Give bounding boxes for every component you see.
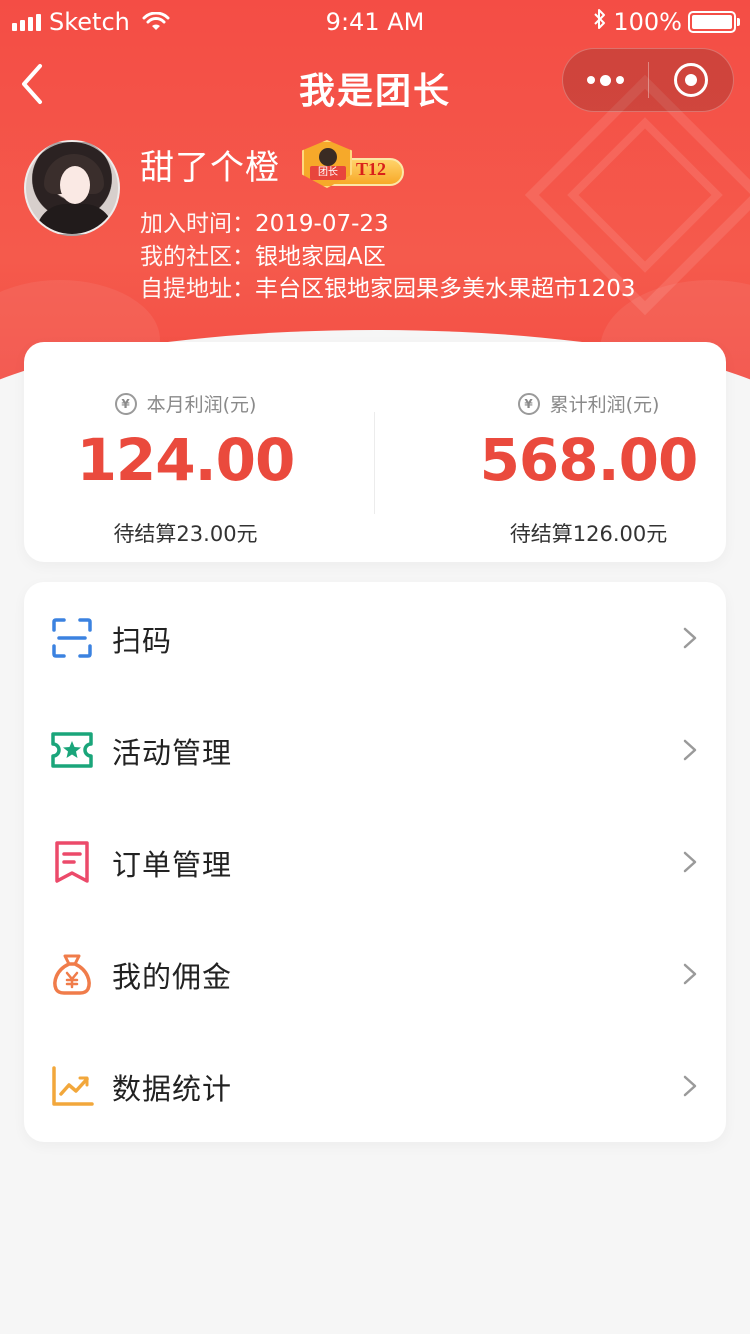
menu-item-orders[interactable]: 订单管理 bbox=[24, 806, 726, 918]
user-name: 甜了个橙 bbox=[140, 148, 280, 188]
menu-label: 扫码 bbox=[112, 624, 173, 658]
total-profit-header: ¥ 累计利润(元) bbox=[413, 390, 750, 417]
chevron-right-icon bbox=[683, 851, 697, 873]
menu-card: 扫码 活动管理 订单管理 我的佣金 数据统计 bbox=[24, 582, 726, 1142]
menu-item-scan[interactable]: 扫码 bbox=[24, 582, 726, 694]
menu-label: 订单管理 bbox=[112, 848, 233, 882]
yen-icon: ¥ bbox=[114, 392, 137, 415]
status-bar: Sketch 9:41 AM 100% bbox=[0, 0, 750, 44]
status-right: 100% bbox=[593, 8, 740, 36]
menu-label: 数据统计 bbox=[112, 1072, 233, 1106]
trend-chart-icon bbox=[52, 1066, 94, 1106]
more-dots-icon bbox=[586, 76, 595, 84]
yen-cumulative-icon: ¥ bbox=[517, 392, 540, 415]
bluetooth-icon bbox=[593, 8, 607, 36]
leader-badge: 团长 T12 bbox=[296, 140, 408, 188]
community-row: 我的社区：银地家园A区 bbox=[140, 237, 386, 271]
money-bag-icon bbox=[53, 954, 91, 995]
pickup-address-row: 自提地址：丰台区银地家园果多美水果超市1203 bbox=[140, 269, 636, 303]
badge-label: 团长 bbox=[310, 166, 346, 180]
menu-item-commission[interactable]: 我的佣金 bbox=[24, 918, 726, 1030]
badge-level: T12 bbox=[356, 159, 387, 179]
menu-label: 我的佣金 bbox=[112, 960, 233, 994]
monthly-pending: 待结算23.00元 bbox=[113, 522, 258, 546]
more-button[interactable] bbox=[563, 48, 648, 112]
chevron-right-icon bbox=[683, 963, 697, 985]
target-icon bbox=[673, 63, 708, 97]
join-date-row: 加入时间：2019-07-23 bbox=[140, 204, 389, 238]
chevron-right-icon bbox=[683, 739, 697, 761]
avatar[interactable] bbox=[24, 140, 120, 236]
community-label: 我的社区： bbox=[140, 244, 255, 270]
chevron-right-icon bbox=[683, 1075, 697, 1097]
monthly-profit-amount: 124.00 bbox=[76, 426, 296, 494]
community-value: 银地家园A区 bbox=[255, 244, 386, 270]
total-profit-label: 累计利润(元) bbox=[549, 394, 660, 416]
total-pending: 待结算126.00元 bbox=[509, 522, 668, 546]
join-date-value: 2019-07-23 bbox=[255, 211, 389, 237]
battery-percent: 100% bbox=[613, 8, 682, 36]
scan-icon bbox=[52, 618, 92, 658]
chevron-right-icon bbox=[683, 627, 697, 649]
order-icon bbox=[55, 841, 89, 883]
monthly-profit-label: 本月利润(元) bbox=[146, 394, 257, 416]
menu-label: 活动管理 bbox=[112, 736, 233, 770]
total-profit[interactable]: ¥ 累计利润(元) 568.00 待结算126.00元 bbox=[375, 342, 726, 562]
total-profit-amount: 568.00 bbox=[479, 426, 699, 494]
activity-ticket-icon bbox=[51, 732, 93, 768]
nav-bar: 我是团长 bbox=[0, 44, 750, 124]
close-program-button[interactable] bbox=[649, 48, 734, 112]
battery-icon bbox=[688, 11, 740, 33]
profit-card: ¥ 本月利润(元) 124.00 待结算23.00元 ¥ 累计利润(元) 568… bbox=[24, 342, 726, 562]
menu-item-statistics[interactable]: 数据统计 bbox=[24, 1030, 726, 1142]
pickup-address-value: 丰台区银地家园果多美水果超市1203 bbox=[255, 276, 636, 302]
monthly-profit[interactable]: ¥ 本月利润(元) 124.00 待结算23.00元 bbox=[24, 342, 375, 562]
join-date-label: 加入时间： bbox=[140, 211, 255, 237]
pickup-address-label: 自提地址： bbox=[140, 276, 255, 302]
mini-program-capsule bbox=[562, 48, 734, 112]
monthly-profit-header: ¥ 本月利润(元) bbox=[10, 390, 361, 417]
menu-item-activity[interactable]: 活动管理 bbox=[24, 694, 726, 806]
